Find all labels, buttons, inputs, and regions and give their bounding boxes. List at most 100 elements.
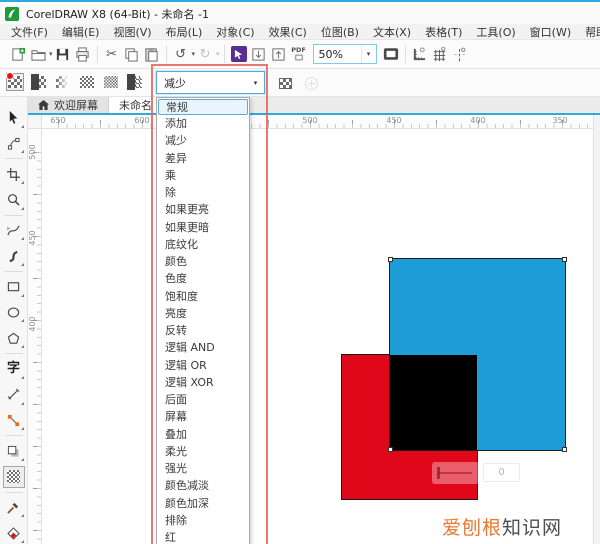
- print-button[interactable]: [73, 44, 93, 64]
- dropdown-item-multiply[interactable]: 乘: [157, 167, 249, 184]
- dropdown-item-divide[interactable]: 除: [157, 184, 249, 201]
- dropdown-item-hard-light[interactable]: 强光: [157, 460, 249, 477]
- dropdown-item-logical-or[interactable]: 逻辑 OR: [157, 357, 249, 374]
- selection-handle[interactable]: [562, 447, 567, 452]
- selection-handle[interactable]: [388, 257, 393, 262]
- ruler-origin[interactable]: [28, 115, 42, 129]
- dropdown-item-subtract[interactable]: 减少: [157, 132, 249, 149]
- menu-text[interactable]: 文本(X): [366, 24, 418, 40]
- redo-button[interactable]: ↻: [195, 44, 215, 64]
- export-button[interactable]: [269, 44, 289, 64]
- no-transparency-button[interactable]: [6, 73, 24, 91]
- paste-button[interactable]: [142, 44, 162, 64]
- dropdown-item-difference[interactable]: 差异: [157, 150, 249, 167]
- zoom-level-combo[interactable]: 50% ▾: [313, 44, 377, 64]
- menu-table[interactable]: 表格(T): [418, 24, 469, 40]
- vertical-scrollbar[interactable]: [593, 114, 600, 544]
- menu-tools[interactable]: 工具(O): [469, 24, 522, 40]
- shape-tool[interactable]: [3, 133, 25, 155]
- color-eyedropper-tool[interactable]: [3, 497, 25, 519]
- toolbar-separator: [166, 45, 167, 63]
- open-button[interactable]: [28, 44, 48, 64]
- dropdown-item-texturize[interactable]: 底纹化: [157, 236, 249, 253]
- crop-tool[interactable]: [3, 163, 25, 185]
- dropdown-item-if-lighter[interactable]: 如果更亮: [157, 201, 249, 218]
- polygon-tool[interactable]: [3, 327, 25, 349]
- fullscreen-preview-button[interactable]: [381, 44, 401, 64]
- dropdown-item-saturation[interactable]: 饱和度: [157, 288, 249, 305]
- zoom-level-dropdown-arrow[interactable]: ▾: [361, 45, 376, 63]
- slider-track: [438, 472, 472, 474]
- dropdown-item-overlay[interactable]: 叠加: [157, 426, 249, 443]
- menu-edit[interactable]: 编辑(E): [55, 24, 107, 40]
- toolbox-separator: [5, 492, 23, 493]
- dropdown-item-invert[interactable]: 反转: [157, 322, 249, 339]
- undo-button[interactable]: ↺: [171, 44, 191, 64]
- show-guidelines-button[interactable]: [450, 44, 470, 64]
- selection-handle[interactable]: [562, 257, 567, 262]
- rectangle-tool[interactable]: [3, 276, 25, 298]
- menu-file[interactable]: 文件(F): [4, 24, 55, 40]
- merge-mode-combo[interactable]: 减少 ▾: [156, 71, 265, 94]
- transparency-value-box[interactable]: 0: [483, 463, 520, 482]
- dropdown-item-screen[interactable]: 屏幕: [157, 408, 249, 425]
- menu-effects[interactable]: 效果(C): [262, 24, 314, 40]
- vector-pattern-transparency-button[interactable]: [78, 73, 96, 91]
- menu-help[interactable]: 帮助(H): [578, 24, 600, 40]
- vertical-ruler[interactable]: 500 450 400: [28, 129, 42, 544]
- dropdown-item-logical-xor[interactable]: 逻辑 XOR: [157, 374, 249, 391]
- copy-button[interactable]: [122, 44, 142, 64]
- selection-handle[interactable]: [388, 447, 393, 452]
- menu-bitmaps[interactable]: 位图(B): [314, 24, 366, 40]
- dropdown-item-color-dodge[interactable]: 颜色减淡: [157, 477, 249, 494]
- freehand-tool[interactable]: [3, 220, 25, 242]
- dropdown-item-behind[interactable]: 后面: [157, 391, 249, 408]
- dropdown-item-if-darker[interactable]: 如果更暗: [157, 219, 249, 236]
- dimension-tool[interactable]: [3, 384, 25, 406]
- menu-object[interactable]: 对象(C): [209, 24, 261, 40]
- menu-layout[interactable]: 布局(L): [159, 24, 210, 40]
- dropdown-item-lightness[interactable]: 亮度: [157, 305, 249, 322]
- dropdown-item-hue[interactable]: 色度: [157, 270, 249, 287]
- ellipse-tool[interactable]: [3, 302, 25, 324]
- zoom-tool[interactable]: [3, 189, 25, 211]
- merge-mode-dropdown-arrow[interactable]: ▾: [247, 72, 264, 93]
- bitmap-pattern-transparency-button[interactable]: [102, 73, 120, 91]
- show-rulers-button[interactable]: [410, 44, 430, 64]
- dropdown-item-color-burn[interactable]: 颜色加深: [157, 495, 249, 512]
- overlap-region[interactable]: [390, 355, 477, 450]
- tab-welcome-screen[interactable]: 欢迎屏幕: [28, 97, 108, 113]
- texture-transparency-button[interactable]: [126, 73, 144, 91]
- search-content-button[interactable]: [229, 44, 249, 64]
- dropdown-item-red[interactable]: 红: [157, 529, 249, 544]
- dropdown-item-normal[interactable]: 常规: [158, 99, 248, 115]
- pick-tool[interactable]: [3, 107, 25, 129]
- import-button[interactable]: [249, 44, 269, 64]
- transparency-slider[interactable]: [432, 462, 479, 484]
- add-transparency-button: [302, 74, 320, 92]
- interactive-fill-tool[interactable]: [3, 522, 25, 544]
- dropdown-item-exclusion[interactable]: 排除: [157, 512, 249, 529]
- transparency-tool[interactable]: [3, 466, 25, 488]
- transparency-target-button[interactable]: [276, 74, 294, 92]
- dropdown-item-color[interactable]: 颜色: [157, 253, 249, 270]
- show-grid-button[interactable]: [430, 44, 450, 64]
- dropdown-item-logical-and[interactable]: 逻辑 AND: [157, 339, 249, 356]
- text-tool[interactable]: 字: [3, 358, 25, 380]
- drop-shadow-tool[interactable]: [3, 440, 25, 462]
- dropdown-item-add[interactable]: 添加: [157, 115, 249, 132]
- uniform-transparency-button[interactable]: [30, 73, 48, 91]
- new-document-button[interactable]: [8, 44, 28, 64]
- fountain-transparency-button[interactable]: [54, 73, 72, 91]
- menu-view[interactable]: 视图(V): [106, 24, 158, 40]
- horizontal-ruler[interactable]: 650 600 500 450 400 350: [42, 115, 600, 129]
- artistic-media-tool[interactable]: [3, 245, 25, 267]
- publish-pdf-button[interactable]: PDF: [289, 44, 309, 64]
- menu-window[interactable]: 窗口(W): [523, 24, 578, 40]
- document-tab-bar: 欢迎屏幕 未命名 -1: [28, 97, 600, 114]
- connector-tool[interactable]: [3, 410, 25, 432]
- toolbox: 字: [0, 97, 28, 544]
- dropdown-item-soft-light[interactable]: 柔光: [157, 443, 249, 460]
- cut-button[interactable]: ✂: [102, 44, 122, 64]
- save-button[interactable]: [53, 44, 73, 64]
